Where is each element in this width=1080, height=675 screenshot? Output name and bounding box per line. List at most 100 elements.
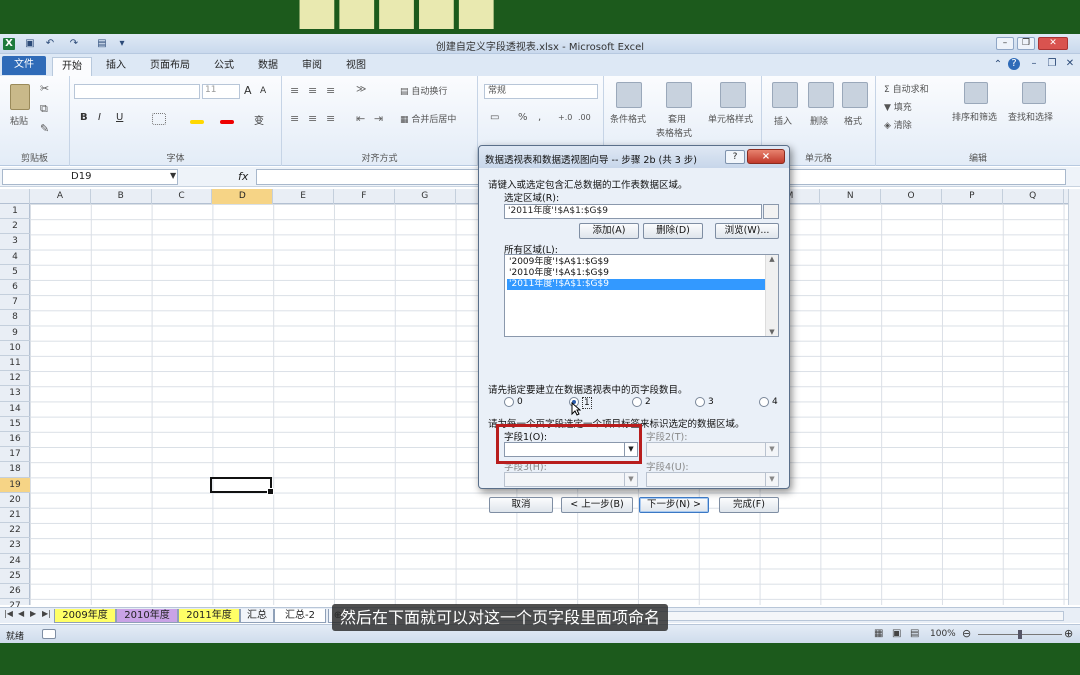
next-button[interactable]: 下一步(N) > (639, 497, 709, 513)
range-list-item-selected[interactable]: '2011年度'!$A$1:$G$9 (507, 279, 765, 290)
row-header-13[interactable]: 13 (0, 386, 30, 402)
fill-color-icon[interactable] (190, 120, 204, 124)
column-header-c[interactable]: C (152, 189, 213, 204)
add-button[interactable]: 添加(A) (579, 223, 639, 239)
underline-button[interactable]: U (116, 112, 123, 123)
collapse-dialog-icon[interactable] (763, 204, 779, 219)
scroll-down-icon[interactable]: ▼ (766, 328, 778, 336)
row-header-22[interactable]: 22 (0, 523, 30, 539)
font-name-combo[interactable] (74, 84, 200, 99)
zoom-level[interactable]: 100% (930, 629, 956, 639)
column-header-o[interactable]: O (881, 189, 942, 204)
range-input[interactable]: '2011年度'!$A$1:$G$9 (504, 204, 762, 219)
back-button[interactable]: < 上一步(B) (561, 497, 633, 513)
row-header-10[interactable]: 10 (0, 341, 30, 356)
sheet-tab-2011[interactable]: 2011年度 (178, 609, 240, 623)
dialog-help-button[interactable]: ? (725, 150, 745, 164)
orientation-icon[interactable]: ≫ (356, 84, 366, 95)
row-header-7[interactable]: 7 (0, 295, 30, 311)
field3-dropdown-icon[interactable]: ▼ (624, 473, 637, 486)
delete-cells-icon[interactable] (808, 82, 834, 108)
tab-formulas[interactable]: 公式 (206, 57, 242, 76)
zoom-slider-thumb[interactable] (1018, 630, 1022, 639)
row-header-1[interactable]: 1 (0, 204, 30, 220)
field4-combo[interactable]: ▼ (646, 472, 779, 487)
tab-page-layout[interactable]: 页面布局 (144, 57, 196, 76)
prev-sheet-icon[interactable]: ◀ (18, 609, 24, 618)
row-header-17[interactable]: 17 (0, 447, 30, 463)
align-bottom-icon[interactable]: ≡ (326, 84, 335, 97)
row-header-18[interactable]: 18 (0, 462, 30, 478)
align-middle-icon[interactable]: ≡ (308, 84, 317, 97)
browse-button[interactable]: 浏览(W)... (715, 223, 779, 239)
phonetic-icon[interactable]: 变 (254, 112, 264, 127)
row-header-15[interactable]: 15 (0, 417, 30, 432)
align-right-icon[interactable]: ≡ (326, 112, 335, 125)
restore-button[interactable]: ❐ (1017, 37, 1035, 50)
wb-restore-icon[interactable]: ❐ (1046, 58, 1058, 70)
field4-dropdown-icon[interactable]: ▼ (765, 473, 778, 486)
finish-button[interactable]: 完成(F) (719, 497, 779, 513)
increase-decimal-button[interactable]: +.0 (558, 113, 572, 122)
italic-button[interactable]: I (98, 112, 101, 123)
column-header-f[interactable]: F (334, 189, 395, 204)
tab-view[interactable]: 视图 (338, 57, 374, 76)
radio-0[interactable] (504, 397, 514, 407)
tab-file[interactable]: 文件 (2, 56, 46, 75)
radio-3[interactable] (695, 397, 705, 407)
radio-2[interactable] (632, 397, 642, 407)
last-sheet-icon[interactable]: ▶| (42, 609, 51, 618)
row-header-5[interactable]: 5 (0, 265, 30, 280)
row-header-12[interactable]: 12 (0, 371, 30, 387)
cancel-button[interactable]: 取消 (489, 497, 553, 513)
delete-button[interactable]: 删除(D) (643, 223, 703, 239)
zoom-in-icon[interactable]: ⊕ (1064, 627, 1073, 640)
field2-dropdown-icon[interactable]: ▼ (765, 443, 778, 456)
scroll-up-icon[interactable]: ▲ (766, 255, 778, 263)
vertical-scrollbar[interactable] (1068, 189, 1080, 605)
autosum-button[interactable]: Σ 自动求和 (884, 82, 929, 95)
column-header-q[interactable]: Q (1003, 189, 1064, 204)
font-color-icon[interactable] (220, 120, 234, 124)
field2-combo[interactable]: ▼ (646, 442, 779, 457)
font-size-combo[interactable]: 11 (202, 84, 240, 99)
row-header-6[interactable]: 6 (0, 280, 30, 296)
tab-insert[interactable]: 插入 (98, 57, 134, 76)
wb-minimize-icon[interactable]: – (1028, 58, 1040, 70)
decrease-decimal-button[interactable]: .00 (578, 113, 591, 122)
minimize-button[interactable]: – (996, 37, 1014, 50)
row-header-11[interactable]: 11 (0, 356, 30, 372)
format-painter-icon[interactable]: ✎ (40, 122, 49, 135)
align-left-icon[interactable]: ≡ (290, 112, 299, 125)
sheet-tab-summary[interactable]: 汇总 (240, 609, 274, 623)
sort-filter-icon[interactable] (964, 82, 988, 104)
row-header-2[interactable]: 2 (0, 219, 30, 235)
column-header-b[interactable]: B (91, 189, 152, 204)
name-box-dropdown-icon[interactable]: ▼ (170, 171, 176, 180)
field3-combo[interactable]: ▼ (504, 472, 638, 487)
wrap-text-button[interactable]: ▤ 自动换行 (400, 84, 447, 97)
macro-record-icon[interactable] (42, 629, 56, 639)
outdent-icon[interactable]: ⇥ (374, 112, 383, 125)
currency-icon[interactable]: ▭ (490, 112, 499, 123)
row-header-25[interactable]: 25 (0, 569, 30, 584)
first-sheet-icon[interactable]: |◀ (4, 609, 13, 618)
column-header-a[interactable]: A (30, 189, 91, 204)
page-break-view-icon[interactable]: ▤ (910, 628, 919, 639)
row-header-9[interactable]: 9 (0, 326, 30, 341)
clear-button[interactable]: ◈ 清除 (884, 118, 912, 131)
column-header-e[interactable]: E (273, 189, 334, 204)
number-format-combo[interactable]: 常规 (484, 84, 598, 99)
column-header-p[interactable]: P (942, 189, 1003, 204)
row-header-8[interactable]: 8 (0, 310, 30, 326)
close-window-button[interactable]: ✕ (1038, 37, 1068, 50)
format-table-icon[interactable] (666, 82, 692, 108)
sheet-tab-2009[interactable]: 2009年度 (54, 609, 116, 623)
percent-button[interactable]: % (518, 112, 528, 123)
wb-close-icon[interactable]: ✕ (1064, 58, 1076, 70)
next-sheet-icon[interactable]: ▶ (30, 609, 36, 618)
help-icon[interactable]: ? (1008, 58, 1020, 70)
page-layout-view-icon[interactable]: ▣ (892, 628, 901, 639)
row-header-19[interactable]: 19 (0, 477, 30, 493)
cell-style-icon[interactable] (720, 82, 746, 108)
